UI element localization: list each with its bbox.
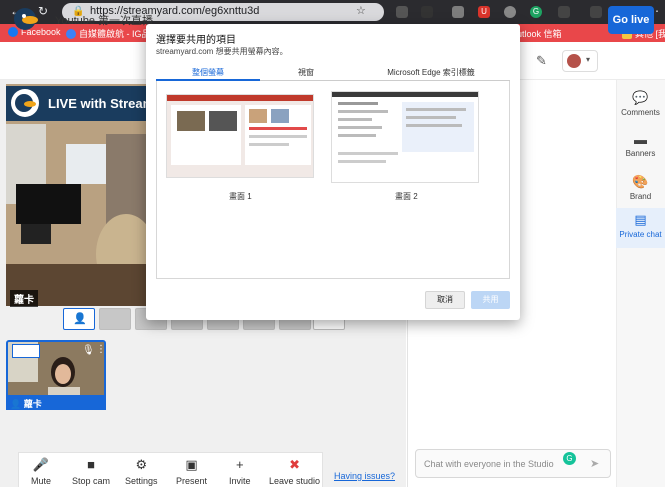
site-icon <box>66 28 76 39</box>
share-button[interactable]: 共用 <box>471 291 510 309</box>
extension-icon[interactable] <box>452 6 464 18</box>
tab-edge-tabs[interactable]: Microsoft Edge 索引標籤 <box>352 67 510 78</box>
go-live-button[interactable]: Go live <box>608 6 654 34</box>
screen-2-label: 畫面 2 <box>395 192 418 201</box>
dialog-subtitle: streamyard.com 想要共用螢幕內容。 <box>156 47 288 56</box>
tab-entire-screen[interactable]: 整個螢幕 <box>156 67 260 78</box>
dialog-title: 選擇要共用的項目 <box>156 35 236 46</box>
extension-icon[interactable]: U <box>478 6 490 18</box>
broadcast-title[interactable]: Youtube 第一次直播 <box>55 12 153 28</box>
screen-1-thumbnail[interactable] <box>166 94 314 178</box>
favorite-icon[interactable]: ☆ <box>356 4 366 17</box>
screen-2-thumbnail[interactable] <box>331 91 479 183</box>
extensions-icon[interactable] <box>558 6 570 18</box>
bookmark-ig[interactable]: 自媒體啟航 - IG品... <box>66 27 158 40</box>
extension-icon[interactable] <box>421 6 433 18</box>
extension-icon[interactable] <box>504 6 516 18</box>
streamyard-logo <box>14 8 38 30</box>
collections-icon[interactable] <box>590 6 602 18</box>
tab-window[interactable]: 視窗 <box>260 67 352 78</box>
grammarly-icon[interactable]: G <box>530 6 542 18</box>
cancel-button[interactable]: 取消 <box>425 291 465 309</box>
extension-icon[interactable] <box>396 6 408 18</box>
screen-1-label: 畫面 1 <box>229 192 252 201</box>
